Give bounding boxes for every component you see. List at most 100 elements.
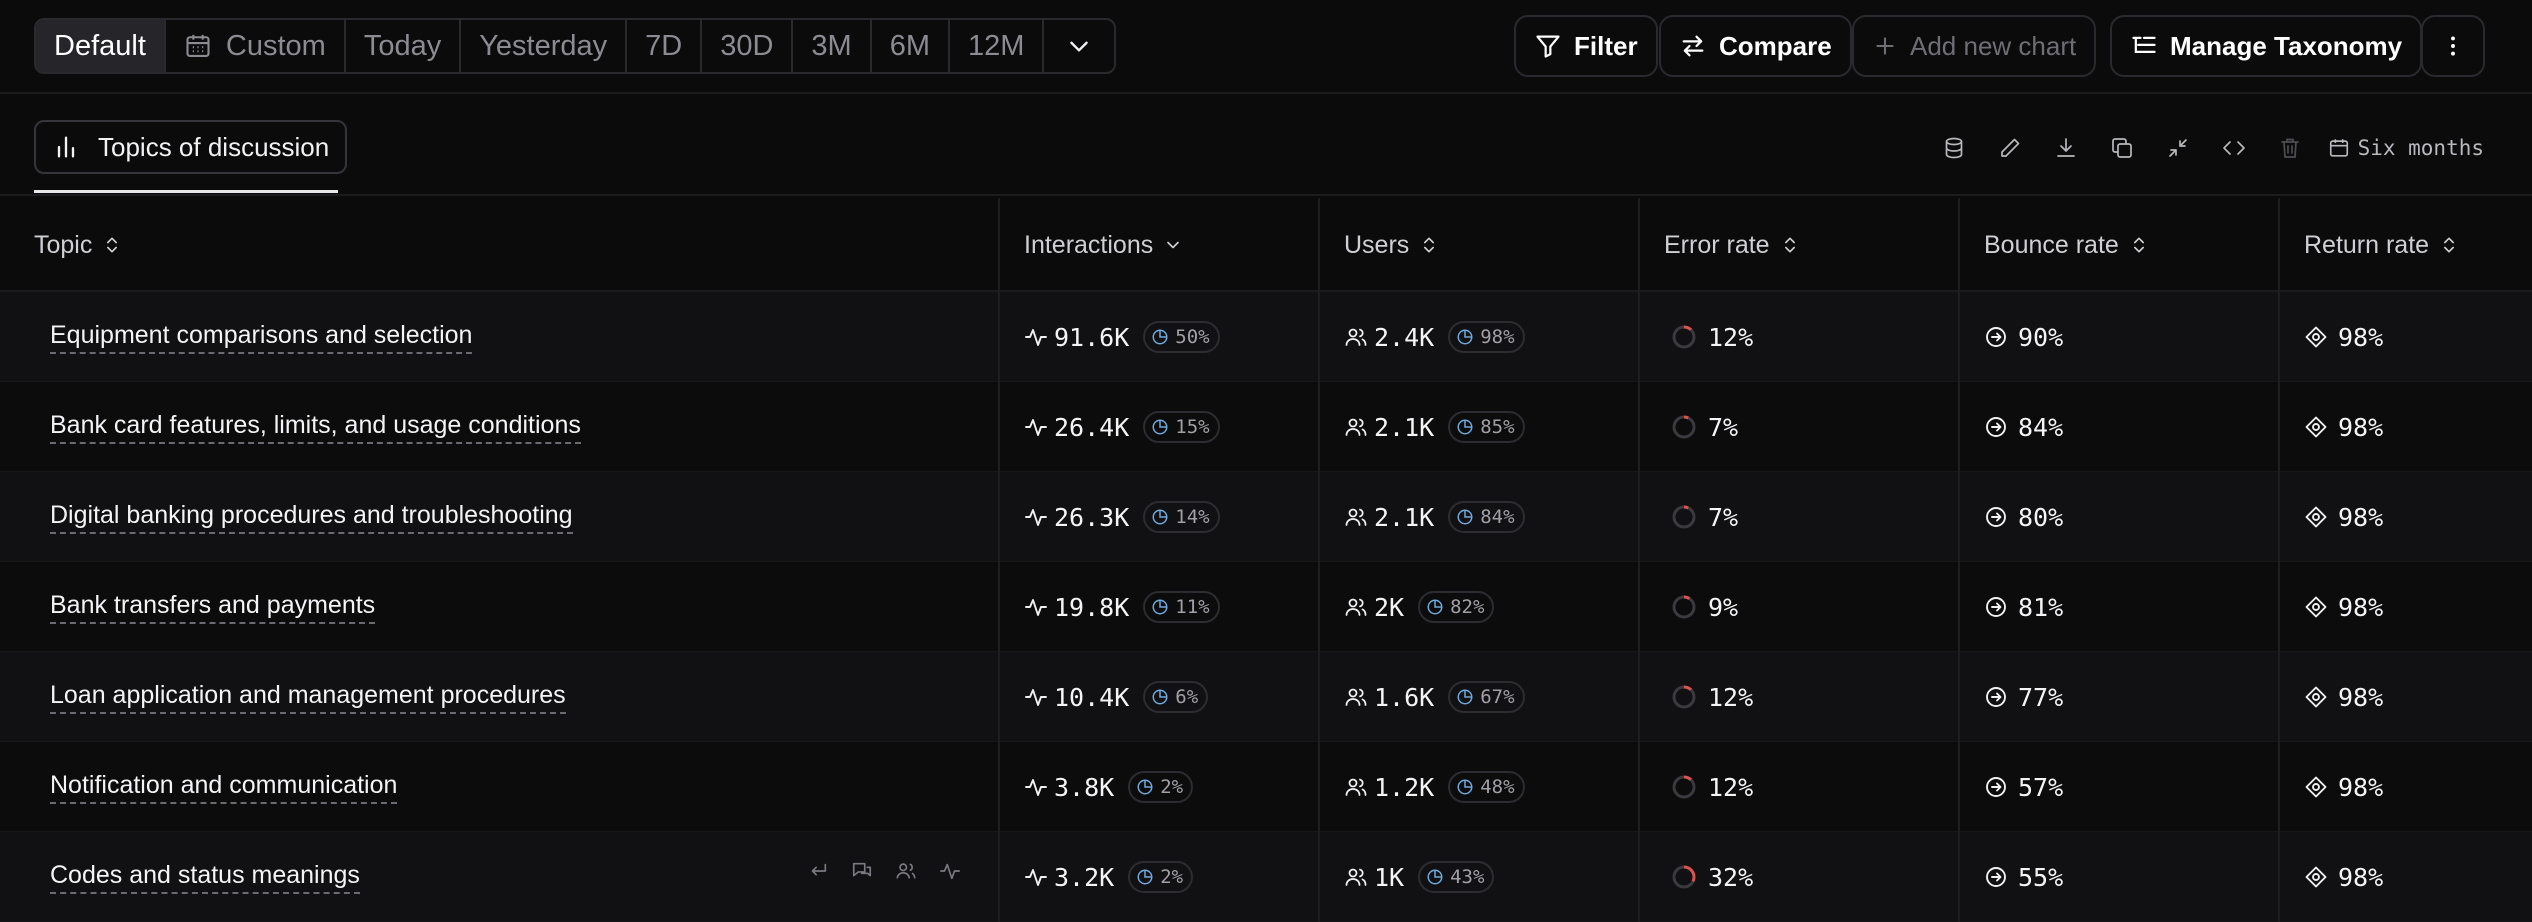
more-options-button[interactable] (2421, 15, 2485, 77)
target-diamond-icon (2304, 685, 2328, 709)
cell-return-rate: 98% (2280, 382, 2532, 472)
users-share: 85% (1480, 416, 1515, 438)
column-header-topic[interactable]: Topic (0, 198, 1000, 292)
code-embed-icon[interactable] (2206, 130, 2262, 166)
filter-button[interactable]: Filter (1514, 15, 1658, 77)
cell-interactions: 26.4K 15% (1000, 382, 1320, 472)
range-yesterday[interactable]: Yesterday (461, 20, 628, 72)
range-3m[interactable]: 3M (793, 20, 872, 72)
cell-return-rate: 98% (2280, 832, 2532, 922)
cell-error-rate: 7% (1640, 382, 1960, 472)
manage-taxonomy-button[interactable]: Manage Taxonomy (2110, 15, 2423, 77)
progress-ring-icon (1670, 773, 1698, 801)
date-range-selector: Default Custom Today Yesterday 7D 30D 3M… (34, 18, 1117, 74)
download-icon[interactable] (2038, 130, 2094, 166)
calendar-icon (184, 32, 212, 60)
topic-link[interactable]: Equipment comparisons and selection (50, 321, 473, 354)
column-header-interactions[interactable]: Interactions (1000, 198, 1320, 292)
users-share: 48% (1480, 776, 1515, 798)
trash-icon[interactable] (2262, 130, 2318, 166)
pie-chart-icon (1151, 508, 1169, 526)
pie-chart-icon (1136, 868, 1154, 886)
table-row[interactable]: Digital banking procedures and troublesh… (0, 472, 2532, 562)
return-rate-value: 98% (2304, 503, 2383, 532)
arrow-circle-right-icon (1984, 865, 2008, 889)
topic-link[interactable]: Notification and communication (50, 771, 398, 804)
users-icon (1344, 415, 1368, 439)
topic-link[interactable]: Bank transfers and payments (50, 591, 376, 624)
interactions-share-badge: 6% (1143, 681, 1209, 713)
users-icon[interactable] (884, 860, 928, 882)
cell-return-rate: 98% (2280, 472, 2532, 562)
range-30d[interactable]: 30D (702, 20, 794, 72)
cell-topic: Bank transfers and payments (0, 562, 1000, 652)
cell-topic: Notification and communication (0, 742, 1000, 832)
range-default[interactable]: Default (36, 20, 166, 72)
range-6m[interactable]: 6M (872, 20, 950, 72)
range-default-label: Default (54, 29, 146, 62)
error-rate-value: 7% (1670, 413, 1738, 442)
range-custom[interactable]: Custom (166, 20, 346, 72)
activity-icon[interactable] (928, 860, 972, 882)
table-row[interactable]: Bank transfers and payments 19.8K 11% 2K 82%… (0, 562, 2532, 652)
topic-link[interactable]: Bank card features, limits, and usage co… (50, 411, 581, 444)
pie-chart-icon (1456, 508, 1474, 526)
range-7d[interactable]: 7D (627, 20, 703, 72)
interactions-count: 26.3K (1054, 502, 1130, 532)
bounce-rate: 80% (2018, 502, 2064, 532)
interactions-share-badge: 15% (1143, 411, 1220, 443)
compare-button[interactable]: Compare (1659, 15, 1852, 77)
cell-users: 2.1K 85% (1320, 382, 1640, 472)
arrow-circle-right-icon (1984, 685, 2008, 709)
duplicate-icon[interactable] (2094, 130, 2150, 166)
target-diamond-icon (2304, 325, 2328, 349)
column-header-bounce-rate[interactable]: Bounce rate (1960, 198, 2280, 292)
column-header-return-rate[interactable]: Return rate (2280, 198, 2532, 292)
column-header-error-rate[interactable]: Error rate (1640, 198, 1960, 292)
users-count: 2.1K (1374, 412, 1435, 442)
chart-tab-topics[interactable]: Topics of discussion (34, 120, 348, 174)
topic-link[interactable]: Digital banking procedures and troublesh… (50, 501, 573, 534)
table-row[interactable]: Bank card features, limits, and usage co… (0, 382, 2532, 472)
users-value: 2.4K (1344, 323, 1434, 352)
cell-return-rate: 98% (2280, 292, 2532, 382)
cell-interactions: 3.2K 2% (1000, 832, 1320, 922)
range-more-dropdown[interactable] (1044, 20, 1114, 72)
arrow-circle-right-icon (1984, 595, 2008, 619)
interactions-value: 3.2K (1024, 863, 1114, 892)
progress-ring-icon (1670, 413, 1698, 441)
chart-header: Topics of discussion Six months (0, 96, 2532, 196)
add-new-chart-button[interactable]: Add new chart (1852, 15, 2097, 77)
return-rate: 98% (2338, 592, 2384, 622)
range-12m[interactable]: 12M (950, 20, 1045, 72)
users-share: 98% (1480, 326, 1515, 348)
users-value: 1.6K (1344, 683, 1434, 712)
table-row[interactable]: Notification and communication 3.8K 2% 1.2K… (0, 742, 2532, 832)
users-share-badge: 84% (1448, 501, 1525, 533)
topics-table: Topic Interactions Users Error rate Boun… (0, 198, 2532, 922)
topic-link[interactable]: Loan application and management procedur… (50, 681, 566, 714)
bounce-rate: 81% (2018, 592, 2064, 622)
collapse-icon[interactable] (2150, 130, 2206, 166)
chart-range-selector[interactable]: Six months (2328, 136, 2484, 160)
return-arrow-icon[interactable] (796, 860, 840, 882)
table-row[interactable]: Loan application and management procedur… (0, 652, 2532, 742)
return-rate: 98% (2338, 772, 2384, 802)
topic-link[interactable]: Codes and status meanings (50, 861, 360, 894)
table-row[interactable]: Codes and status meanings 3.2K 2% 1K 43% 32% 5… (0, 832, 2532, 922)
edit-pencil-icon[interactable] (1982, 130, 2038, 166)
range-today[interactable]: Today (346, 20, 462, 72)
bounce-rate: 77% (2018, 682, 2064, 712)
activity-icon (1024, 325, 1048, 349)
database-icon[interactable] (1926, 130, 1982, 166)
cell-error-rate: 12% (1640, 742, 1960, 832)
return-rate: 98% (2338, 322, 2384, 352)
messages-icon[interactable] (840, 860, 884, 882)
table-row[interactable]: Equipment comparisons and selection 91.6K… (0, 292, 2532, 382)
cell-users: 2.4K 98% (1320, 292, 1640, 382)
column-header-users[interactable]: Users (1320, 198, 1640, 292)
bounce-rate: 57% (2018, 772, 2064, 802)
interactions-value: 10.4K (1024, 683, 1129, 712)
pie-chart-icon (1151, 418, 1169, 436)
return-rate: 98% (2338, 862, 2384, 892)
